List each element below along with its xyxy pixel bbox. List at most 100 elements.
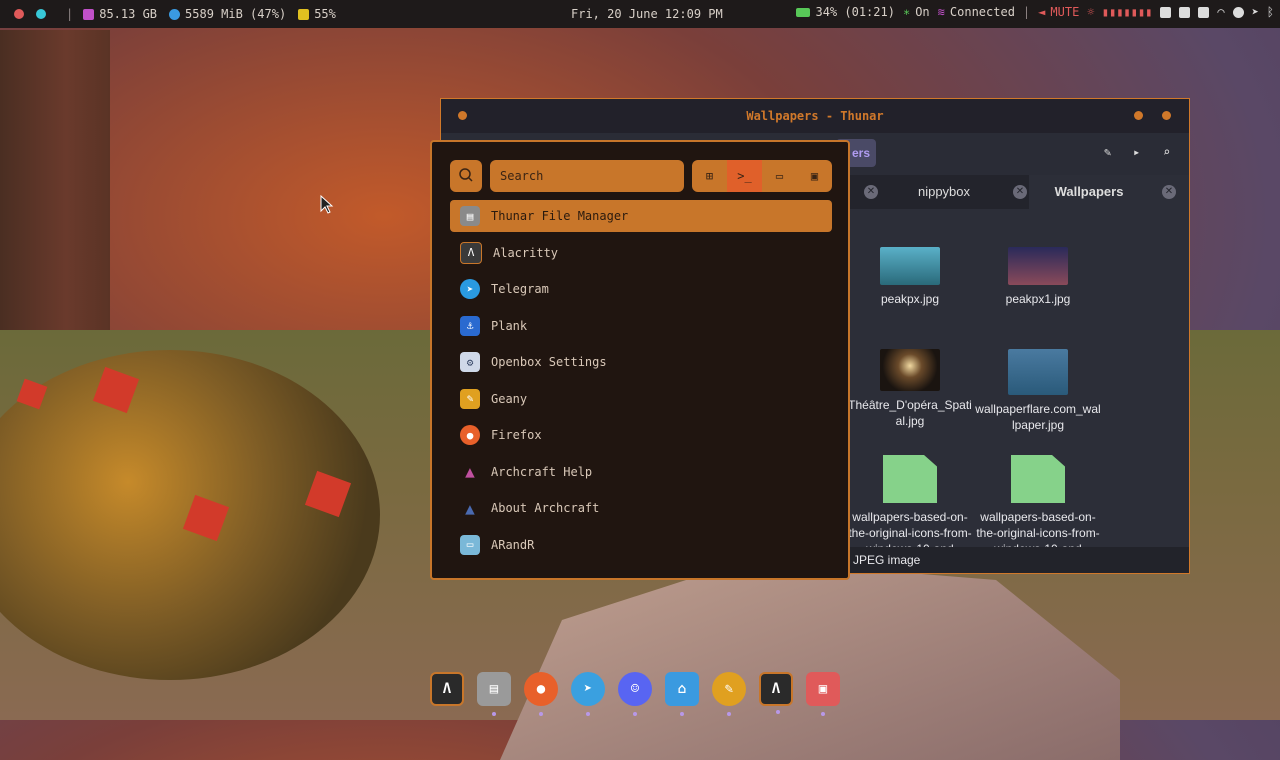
windows-mode-icon[interactable]: ▣ (797, 160, 832, 192)
search-icon (459, 168, 473, 182)
clock[interactable]: Fri, 20 June 12:09 PM (571, 7, 723, 21)
cpu-indicator: 55% (298, 7, 336, 21)
search-input[interactable] (490, 160, 684, 192)
app-item-thunar[interactable]: ▤ Thunar File Manager (450, 200, 832, 232)
app-label: ARandR (491, 537, 535, 552)
cpu-icon (298, 8, 310, 20)
file-thumbnail (1008, 247, 1068, 285)
dock-alacritty-icon[interactable]: Λ (430, 672, 464, 706)
window-menu-button[interactable] (458, 111, 467, 120)
app-item-telegram[interactable]: ➤ Telegram (450, 273, 832, 305)
forward-icon[interactable]: ▸ (1133, 145, 1140, 159)
app-item-arandr[interactable]: ▭ ARandR (450, 529, 832, 561)
app-label: Thunar File Manager (491, 209, 629, 223)
app-item-archcraft-help[interactable]: ▲ Archcraft Help (450, 456, 832, 488)
mute-icon: ◄ (1038, 5, 1046, 19)
wifi-icon: ≋ (937, 5, 945, 19)
app-label: Firefox (491, 428, 542, 442)
minimize-button[interactable] (1134, 111, 1143, 120)
window-title: Wallpapers - Thunar (746, 109, 884, 123)
volume-indicator[interactable]: ◄ MUTE (1038, 5, 1079, 19)
workspace-dot-red[interactable] (14, 9, 24, 19)
tab-label: Wallpapers (1054, 184, 1124, 199)
app-label: Openbox Settings (491, 355, 607, 369)
bluetooth-tray-icon[interactable]: ᛒ (1267, 5, 1274, 19)
close-button[interactable] (1162, 111, 1171, 120)
steam-icon[interactable] (1232, 6, 1244, 18)
app-item-openbox-settings[interactable]: ⚙ Openbox Settings (450, 346, 832, 378)
bluetooth-icon: ∗ (902, 5, 911, 19)
notes-icon[interactable] (1179, 6, 1191, 18)
running-indicator (539, 712, 543, 716)
alacritty-icon: Λ (460, 241, 482, 264)
close-tab-icon[interactable]: ✕ (1013, 185, 1027, 199)
search-button[interactable] (450, 160, 482, 192)
file-item[interactable]: peakpx.jpg (846, 247, 974, 307)
file-item[interactable]: wallpapers-based-on-the-original-icons-f… (974, 455, 1102, 551)
disk-indicator: 85.13 GB (83, 7, 157, 21)
file-item[interactable]: wallpapers-based-on-the-original-icons-f… (846, 455, 974, 551)
close-tab-icon[interactable]: ✕ (1162, 185, 1176, 199)
app-label: Geany (491, 391, 528, 406)
disk-icon (83, 8, 95, 20)
edit-icon[interactable]: ✎ (1104, 145, 1111, 159)
app-label: Telegram (491, 282, 549, 296)
workspace-dot-cyan[interactable] (36, 9, 46, 19)
search-icon[interactable]: ⌕ (1163, 145, 1170, 159)
dock-geany-icon[interactable]: ✎ (712, 672, 746, 716)
file-name: wallpaperflare.com_wallpaper.jpg (975, 402, 1101, 432)
dock-files-icon[interactable]: ⌂ (665, 672, 699, 716)
app-item-plank[interactable]: ⚓ Plank (450, 310, 832, 342)
telegram-icon[interactable]: ➤ (1252, 5, 1259, 19)
file-item[interactable]: Théâtre_D'opéra_Spatial.jpg (846, 349, 974, 429)
brightness-icon[interactable]: ☼ ▮▮▮▮▮▮▮ (1087, 5, 1152, 19)
mouse-cursor (320, 195, 334, 214)
bluetooth-value: On (915, 5, 930, 19)
app-item-alacritty[interactable]: Λ Alacritty (450, 237, 832, 269)
path-segment[interactable]: ers (852, 146, 870, 160)
dock-firefox-icon[interactable]: ● (524, 672, 558, 716)
file-item[interactable]: wallpaperflare.com_wallpaper.jpg (974, 349, 1102, 433)
app-label: Archcraft Help (491, 464, 593, 479)
network-indicator[interactable]: ≋ Connected (938, 5, 1015, 19)
app-item-geany[interactable]: ✎ Geany (450, 383, 832, 415)
dock-discord-icon[interactable]: ☺ (618, 672, 652, 716)
close-tab-icon[interactable]: ✕ (864, 185, 878, 199)
files-mode-icon[interactable]: ▭ (762, 160, 797, 192)
run-mode-icon[interactable]: >_ (727, 160, 762, 192)
app-item-about-archcraft[interactable]: ▲ About Archcraft (450, 492, 832, 524)
memory-value: 5589 MiB (47%) (185, 7, 287, 21)
window-titlebar[interactable]: Wallpapers - Thunar (441, 99, 1189, 133)
openbox-icon: ⚙ (460, 352, 480, 372)
app-list: ▤ Thunar File Manager Λ Alacritty ➤ Tele… (450, 200, 832, 565)
app-item-firefox[interactable]: ● Firefox (450, 419, 832, 451)
bluetooth-indicator[interactable]: ∗ On (903, 5, 930, 19)
file-name: wallpapers-based-on-the-original-icons-f… (848, 510, 972, 551)
dock-screenshot-icon[interactable]: ▣ (806, 672, 840, 716)
apps-mode-icon[interactable]: ⊞ (692, 160, 727, 192)
files-icon[interactable] (1198, 6, 1210, 18)
tray: 34% (01:21) ∗ On ≋ Connected | ◄ MUTE ☼ … (796, 5, 1274, 19)
running-indicator (776, 710, 780, 714)
dock-telegram-icon[interactable]: ➤ (571, 672, 605, 716)
discord-icon[interactable] (1160, 6, 1172, 18)
battery-icon (796, 7, 811, 17)
file-name: Théâtre_D'opéra_Spatial.jpg (848, 398, 972, 428)
plank-icon: ⚓ (460, 315, 480, 336)
file-name: wallpapers-based-on-the-original-icons-f… (976, 510, 1100, 551)
arandr-icon: ▭ (460, 534, 480, 555)
running-indicator (633, 712, 637, 716)
file-thumbnail (880, 247, 940, 285)
tab-nippybox[interactable]: nippybox (879, 175, 1009, 209)
dock-terminal-icon[interactable]: Λ (759, 672, 793, 714)
file-thumbnail (1008, 349, 1068, 395)
separator: | (66, 7, 74, 21)
running-indicator (492, 712, 496, 716)
wifi-tray-icon[interactable]: ◠ (1217, 5, 1224, 19)
file-name: peakpx1.jpg (1005, 292, 1071, 306)
app-label: Alacritty (493, 245, 559, 260)
file-item[interactable]: peakpx1.jpg (974, 247, 1102, 307)
dock-thunar-icon[interactable]: ▤ (477, 672, 511, 716)
memory-icon (169, 8, 181, 20)
geany-icon: ✎ (460, 388, 480, 409)
